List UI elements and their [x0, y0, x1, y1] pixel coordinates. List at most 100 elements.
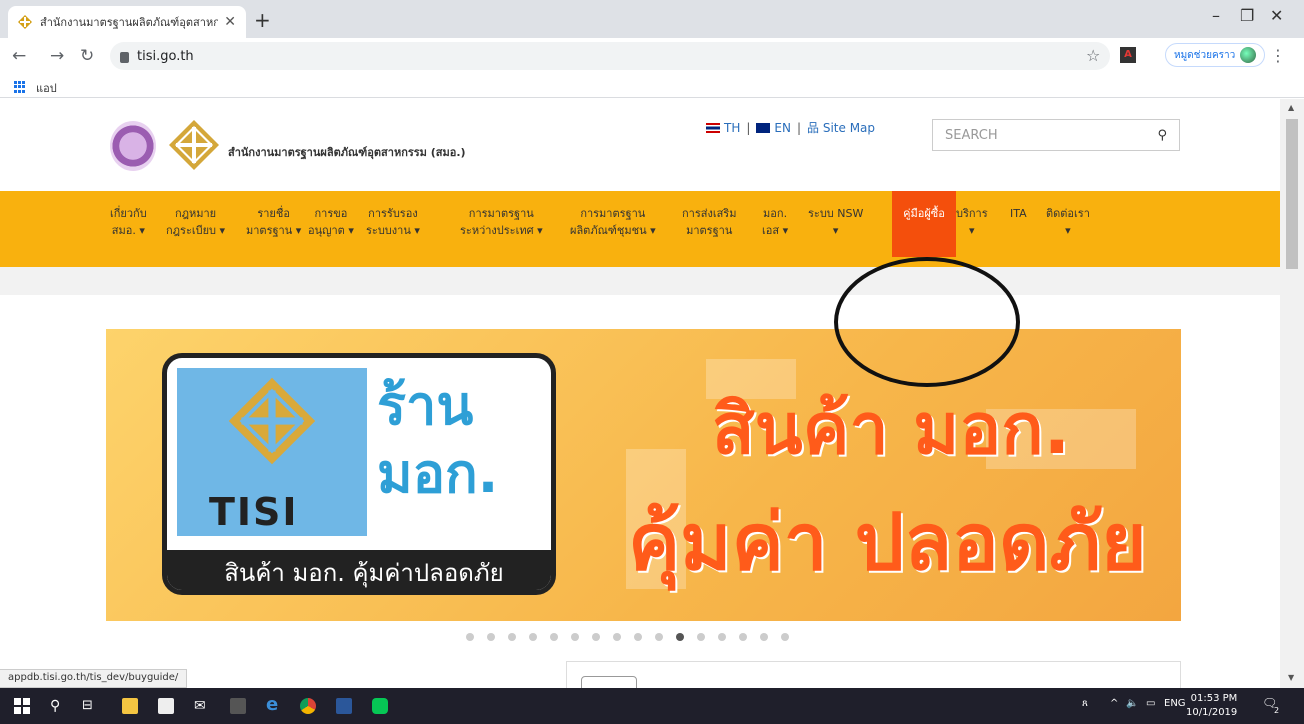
word-icon[interactable]	[336, 698, 352, 714]
nav-item-4[interactable]: การรับรองระบบงาน ▾	[366, 205, 420, 239]
profile-button[interactable]: หมูดช่วยคราว	[1165, 43, 1265, 67]
bookmarks-bar: แอป	[0, 74, 1304, 98]
nav-item-3[interactable]: การขอ อนุญาต ▾	[308, 205, 354, 239]
nav-item-8[interactable]: มอก. เอส ▾	[762, 205, 788, 239]
windows-start-icon[interactable]	[14, 698, 30, 714]
profile-name: หมูดช่วยคราว	[1174, 49, 1236, 61]
nav-item-label-1: การส่งเสริม	[682, 207, 737, 220]
nav-item-label-2: ระบบงาน ▾	[366, 224, 420, 237]
carousel-dot[interactable]	[676, 633, 684, 641]
nav-item-label-1: การรับรอง	[368, 207, 418, 220]
search-placeholder: SEARCH	[945, 128, 998, 143]
apps-grid-icon[interactable]	[14, 81, 26, 93]
language-links: TH | EN | 品 Site Map	[706, 119, 875, 136]
tisi-wordmark: TISI	[209, 490, 299, 534]
minimize-icon[interactable]: –	[1212, 6, 1220, 25]
nav-item-label-2: ระหว่างประเทศ ▾	[460, 224, 543, 237]
browser-tab[interactable]: สำนักงานมาตรฐานผลิตภัณฑ์อุตสาหกร ✕	[8, 6, 246, 38]
volume-icon[interactable]: 🔈	[1126, 698, 1138, 709]
nav-item-label-1: เกี่ยวกับ	[110, 207, 147, 220]
nav-item-0[interactable]: เกี่ยวกับ สมอ. ▾	[110, 205, 147, 239]
windows-taskbar: ⚲ ⊟ ✉ e ጸ ^ 🔈 ▭ ENG 01:53 PM 10/1/2019 🗨…	[0, 688, 1304, 724]
store-icon[interactable]	[158, 698, 174, 714]
close-window-icon[interactable]: ✕	[1270, 6, 1283, 25]
network-icon[interactable]: ▭	[1146, 698, 1155, 709]
nav-item-1[interactable]: กฎหมาย กฎระเบียบ ▾	[166, 205, 225, 239]
edge-icon[interactable]: e	[266, 694, 282, 715]
carousel-dot[interactable]	[550, 633, 558, 641]
task-view-icon[interactable]: ⊟	[82, 698, 98, 714]
carousel-dot[interactable]	[613, 633, 621, 641]
line-icon[interactable]	[372, 698, 388, 714]
carousel-dot[interactable]	[508, 633, 516, 641]
banner-headline-2: คุ้มค่า ปลอดภัย	[628, 498, 1147, 588]
lang-en-link[interactable]: EN	[756, 121, 791, 135]
promo-banner[interactable]: TISI ร้าน มอก. สินค้า มอก. คุ้มค่าปลอดภั…	[106, 329, 1181, 621]
carousel-dot[interactable]	[781, 633, 789, 641]
search-taskbar-icon[interactable]: ⚲	[50, 698, 66, 714]
carousel-dot[interactable]	[718, 633, 726, 641]
carousel-dot[interactable]	[739, 633, 747, 641]
nav-item-label-1: การมาตรฐาน	[468, 207, 534, 220]
carousel-dot[interactable]	[529, 633, 537, 641]
nav-item-label-1: ติดต่อเรา	[1046, 207, 1090, 220]
reload-icon[interactable]: ↻	[80, 46, 94, 66]
tisi-logo[interactable]	[168, 119, 220, 171]
nav-item-2[interactable]: รายชื่อ มาตรฐาน ▾	[246, 205, 301, 239]
nav-item-6[interactable]: การมาตรฐาน ผลิตภัณฑ์ชุมชน ▾	[570, 205, 656, 239]
system-clock[interactable]: 01:53 PM 10/1/2019	[1186, 692, 1237, 720]
thai-flag-icon	[706, 123, 720, 133]
shop-title-line2: มอก.	[377, 442, 499, 505]
nav-item-label-2: มาตรฐาน	[686, 224, 733, 237]
panel-button[interactable]	[581, 676, 637, 688]
new-tab-button[interactable]: +	[254, 8, 271, 32]
nav-item-10[interactable]: คู่มือผู้ซื้อ	[892, 191, 956, 257]
address-bar[interactable]: tisi.go.th	[110, 42, 1110, 70]
file-explorer-icon[interactable]	[122, 698, 138, 714]
sitemap-link[interactable]: 品 Site Map	[807, 119, 875, 136]
back-icon[interactable]: ←	[12, 46, 26, 66]
carousel-dot[interactable]	[487, 633, 495, 641]
restore-icon[interactable]: ❐	[1240, 6, 1254, 25]
close-tab-icon[interactable]: ✕	[224, 14, 236, 30]
ministry-seal-logo	[110, 121, 156, 171]
page-scrollbar[interactable]: ▲ ▼	[1280, 99, 1304, 688]
mail-icon[interactable]: ✉	[194, 698, 210, 714]
search-input[interactable]: SEARCH ⚲	[932, 119, 1180, 151]
carousel-dot[interactable]	[655, 633, 663, 641]
bookmark-star-icon[interactable]: ☆	[1086, 46, 1100, 65]
menu-dots-icon[interactable]: ⋮	[1270, 46, 1286, 65]
lang-th-link[interactable]: TH	[706, 121, 740, 135]
tray-chevron-icon[interactable]: ^	[1110, 698, 1118, 709]
nav-item-5[interactable]: การมาตรฐานระหว่างประเทศ ▾	[460, 205, 543, 239]
annotation-ellipse	[834, 257, 1020, 387]
carousel-dot[interactable]	[571, 633, 579, 641]
nav-item-7[interactable]: การส่งเสริมมาตรฐาน	[682, 205, 736, 239]
carousel-dot[interactable]	[634, 633, 642, 641]
search-icon[interactable]: ⚲	[1157, 128, 1167, 143]
pdf-extension-icon[interactable]: A	[1120, 47, 1136, 63]
apps-bookmark-label[interactable]: แอป	[36, 79, 57, 97]
nav-item-label-1: ระบบ NSW	[808, 207, 864, 220]
uk-flag-icon	[756, 123, 771, 133]
status-url: appdb.tisi.go.th/tis_dev/buyguide/	[0, 669, 188, 688]
nav-item-label-1: การมาตรฐาน	[580, 207, 646, 220]
input-language[interactable]: ENG	[1164, 698, 1186, 709]
carousel-dot[interactable]	[466, 633, 474, 641]
people-icon[interactable]: ጸ	[1082, 698, 1088, 709]
calculator-icon[interactable]	[230, 698, 246, 714]
nav-item-13[interactable]: ติดต่อเรา ▾	[1046, 205, 1090, 239]
carousel-dot[interactable]	[760, 633, 768, 641]
scrollbar-thumb[interactable]	[1286, 119, 1298, 269]
forward-icon[interactable]: →	[50, 46, 64, 66]
carousel-dot[interactable]	[697, 633, 705, 641]
chrome-icon[interactable]	[300, 698, 316, 714]
nav-item-9[interactable]: ระบบ NSW ▾	[808, 205, 863, 239]
nav-item-12[interactable]: ITA	[1010, 205, 1027, 222]
nav-item-11[interactable]: บริการ ▾	[956, 205, 988, 239]
site-header: สำนักงานมาตรฐานผลิตภัณฑ์อุตสาหกรรม (สมอ.…	[0, 99, 1280, 191]
scroll-down-icon[interactable]: ▼	[1288, 673, 1294, 682]
scroll-up-icon[interactable]: ▲	[1288, 103, 1294, 112]
tisi-favicon-icon	[18, 15, 32, 29]
carousel-dot[interactable]	[592, 633, 600, 641]
